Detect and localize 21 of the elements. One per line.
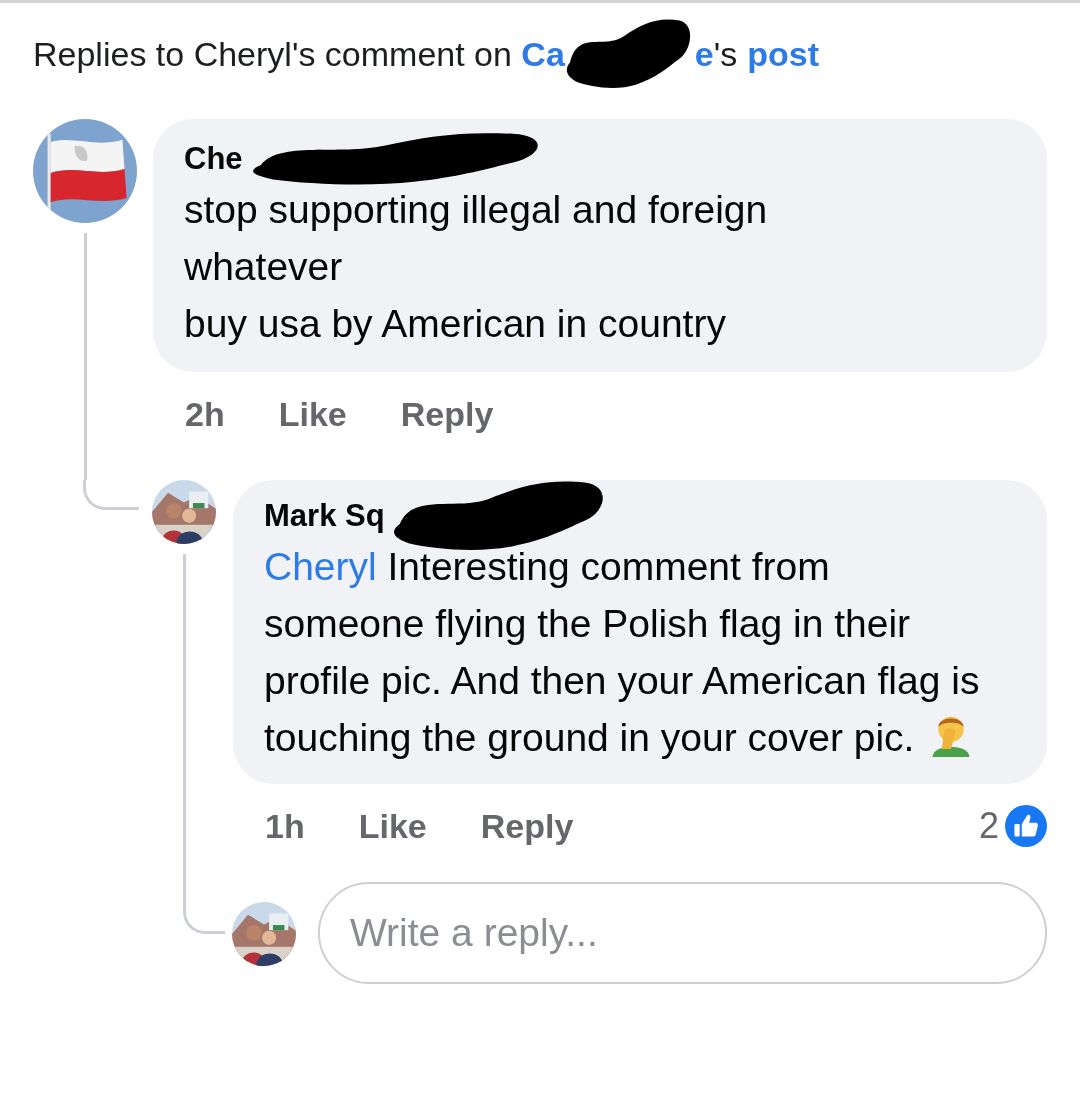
- comment-text: stop supporting illegal and foreign: [184, 187, 769, 233]
- like-link[interactable]: Like: [358, 806, 427, 846]
- reply-input[interactable]: Write a reply...: [318, 882, 1047, 984]
- possessive-text: 's: [713, 34, 738, 74]
- reply-link[interactable]: Reply: [480, 806, 574, 846]
- reply-text: Cheryl Interesting comment from someone flying the Polish flag in their profile pic. And then your American flag is touching the ground in your cover pic.: [264, 544, 981, 761]
- post-link[interactable]: post: [747, 34, 820, 74]
- like-link[interactable]: Like: [278, 394, 347, 434]
- header-text: Replies to Cheryl's comment on: [33, 34, 513, 74]
- mention-link[interactable]: Cheryl: [264, 545, 377, 588]
- comment-text: whatever: [184, 244, 344, 290]
- comment-time: 2h: [185, 394, 225, 434]
- reaction-count: 2: [978, 805, 999, 847]
- author-name[interactable]: Mark Sq: [264, 498, 385, 534]
- comment-text: buy usa by American in country: [184, 301, 727, 347]
- reply-time: 1h: [265, 806, 305, 846]
- author-name[interactable]: Che: [184, 141, 243, 177]
- reply-link[interactable]: Reply: [400, 394, 494, 434]
- post-author-link[interactable]: Ca: [521, 34, 565, 74]
- like-icon: [1005, 805, 1047, 847]
- post-author-link[interactable]: e: [694, 34, 714, 74]
